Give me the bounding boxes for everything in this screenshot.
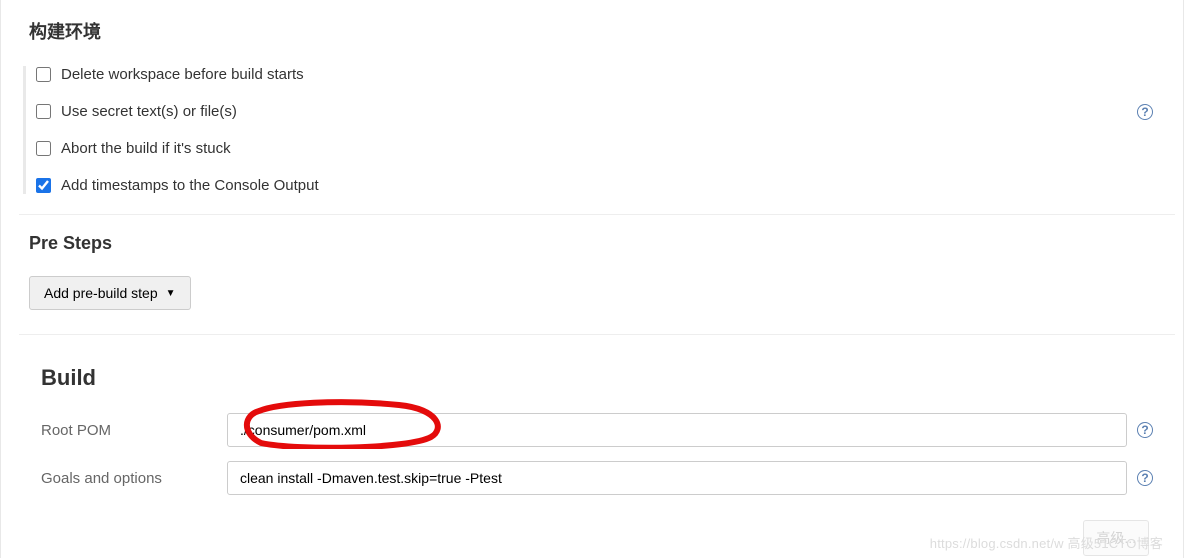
- root-pom-input[interactable]: [227, 413, 1127, 447]
- check-row-delete-workspace: Delete workspace before build starts: [36, 66, 1175, 83]
- checkbox-label: Delete workspace before build starts: [61, 66, 304, 83]
- check-row-secret-text: Use secret text(s) or file(s) ?: [36, 103, 1175, 120]
- add-pre-build-step-button[interactable]: Add pre-build step ▼: [29, 276, 191, 310]
- checkbox-delete-workspace[interactable]: [36, 67, 51, 82]
- checkbox-secret-text[interactable]: [36, 104, 51, 119]
- help-icon[interactable]: ?: [1137, 104, 1153, 120]
- help-icon[interactable]: ?: [1137, 422, 1153, 438]
- section-pre-steps-title: Pre Steps: [29, 233, 1175, 254]
- root-pom-label: Root POM: [41, 422, 227, 439]
- section-build-env-title: 构建环境: [29, 18, 1175, 44]
- goals-input[interactable]: [227, 461, 1127, 495]
- help-icon[interactable]: ?: [1137, 470, 1153, 486]
- checkbox-abort-stuck[interactable]: [36, 141, 51, 156]
- caret-down-icon: ▼: [166, 288, 176, 299]
- section-build-title: Build: [41, 365, 1175, 391]
- field-row-root-pom: Root POM ?: [41, 413, 1175, 447]
- check-row-timestamps: Add timestamps to the Console Output: [36, 177, 1175, 194]
- checkbox-timestamps[interactable]: [36, 178, 51, 193]
- check-row-abort-stuck: Abort the build if it's stuck: [36, 140, 1175, 157]
- divider: [19, 334, 1175, 335]
- checkbox-label: Add timestamps to the Console Output: [61, 177, 319, 194]
- divider: [19, 214, 1175, 215]
- checkbox-label: Use secret text(s) or file(s): [61, 103, 237, 120]
- build-env-options: Delete workspace before build starts Use…: [23, 66, 1175, 194]
- advanced-button[interactable]: 高级...: [1083, 520, 1149, 556]
- field-row-goals: Goals and options ?: [41, 461, 1175, 495]
- checkbox-label: Abort the build if it's stuck: [61, 140, 231, 157]
- goals-label: Goals and options: [41, 470, 227, 487]
- add-pre-build-step-label: Add pre-build step: [44, 285, 158, 301]
